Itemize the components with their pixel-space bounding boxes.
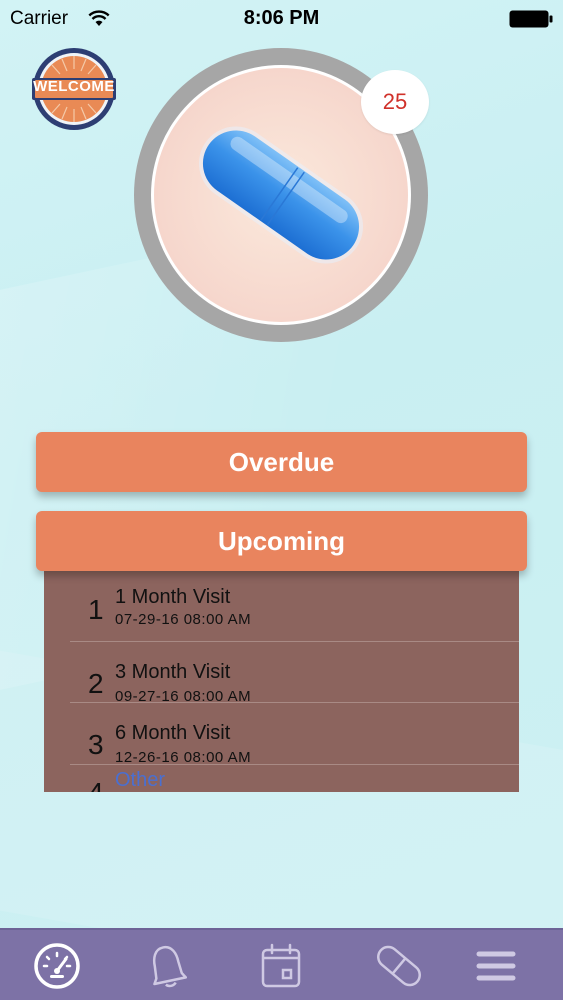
tab-medications[interactable] xyxy=(373,940,425,992)
clock-time: 8:06 PM xyxy=(243,7,320,29)
tab-alerts[interactable] xyxy=(141,940,193,992)
pill-count-badge: 25 xyxy=(361,70,429,134)
list-item[interactable]: 1 1 Month Visit 07-29-16 08:00 AM xyxy=(44,566,519,642)
welcome-badge-label: WELCOME xyxy=(33,78,115,95)
pill-count: 25 xyxy=(382,89,408,114)
list-item[interactable]: 4 Other xyxy=(44,765,519,793)
tab-dashboard[interactable] xyxy=(31,940,83,992)
pill-icon xyxy=(377,945,421,987)
list-item[interactable]: 3 6 Month Visit 12-26-16 08:00 AM xyxy=(44,703,519,766)
list-item-title: 3 Month Visit xyxy=(115,660,231,683)
overdue-button[interactable]: Overdue xyxy=(36,432,527,492)
list-item[interactable]: 2 3 Month Visit 09-27-16 08:00 AM xyxy=(44,642,519,705)
list-item-datetime: 07-29-16 08:00 AM xyxy=(115,611,252,628)
other-link[interactable]: Other xyxy=(115,769,165,792)
bell-icon xyxy=(152,945,188,988)
status-bar: Carrier 8:06 PM xyxy=(0,0,563,38)
list-item-number: 3 xyxy=(88,729,104,760)
upcoming-visits-list[interactable]: 1 1 Month Visit 07-29-16 08:00 AM 2 3 Mo… xyxy=(44,566,519,792)
upcoming-button[interactable]: Upcoming xyxy=(36,511,527,571)
dashboard-gauge-icon xyxy=(34,943,80,989)
menu-icon xyxy=(476,951,516,981)
list-item-number: 2 xyxy=(88,667,104,699)
battery-icon xyxy=(509,10,553,28)
list-item-title: 1 Month Visit xyxy=(115,586,231,608)
tab-bar xyxy=(0,928,563,1000)
tab-menu[interactable] xyxy=(470,940,522,992)
calendar-icon xyxy=(261,943,301,988)
list-item-number: 4 xyxy=(88,776,104,793)
tab-calendar[interactable] xyxy=(255,940,307,992)
list-item-title: 6 Month Visit xyxy=(115,722,231,744)
list-item-number: 1 xyxy=(88,594,104,625)
